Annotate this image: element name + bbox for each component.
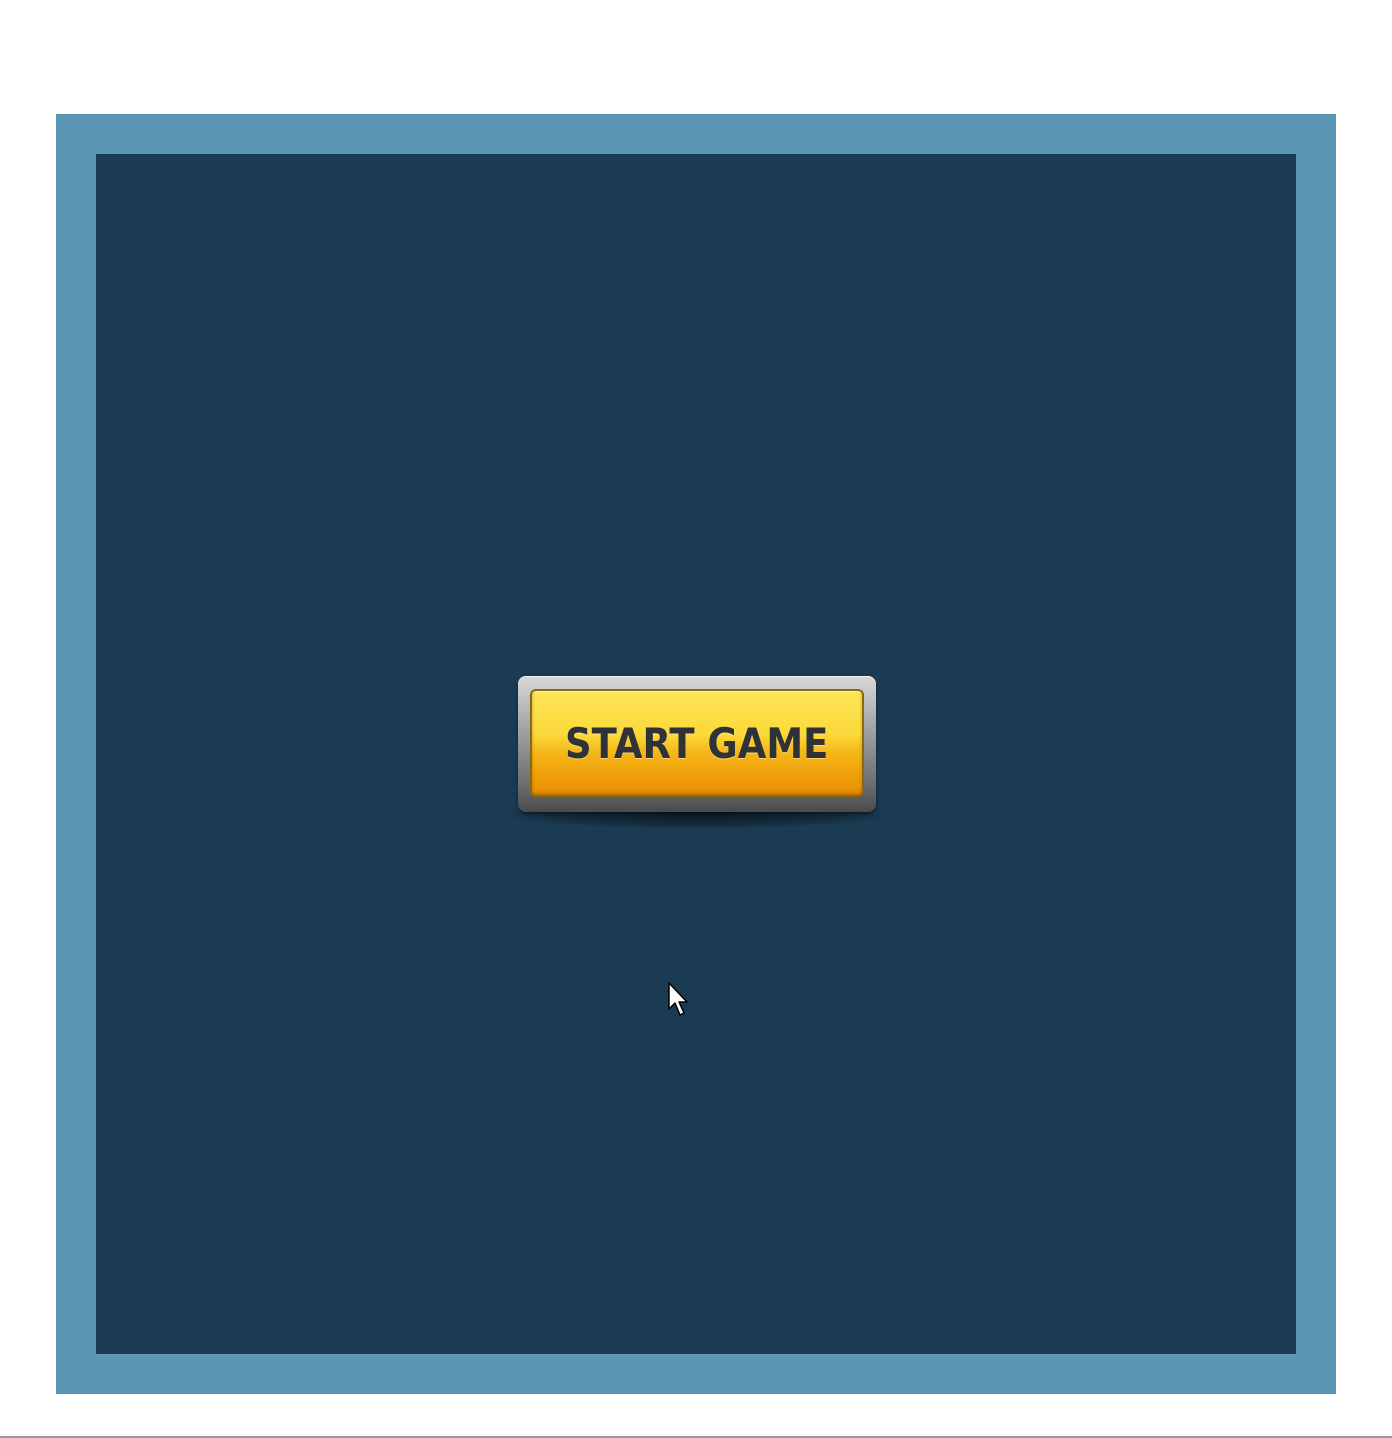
start-game-button-face[interactable]: START GAME [530, 689, 864, 797]
page: START GAME [0, 0, 1392, 1438]
mouse-pointer-icon [668, 982, 688, 1016]
game-frame: START GAME [56, 114, 1336, 1394]
start-game-label: START GAME [565, 718, 829, 768]
start-game-button[interactable]: START GAME [518, 676, 876, 812]
start-button-container: START GAME [510, 676, 884, 836]
game-canvas[interactable]: START GAME [96, 154, 1296, 1354]
